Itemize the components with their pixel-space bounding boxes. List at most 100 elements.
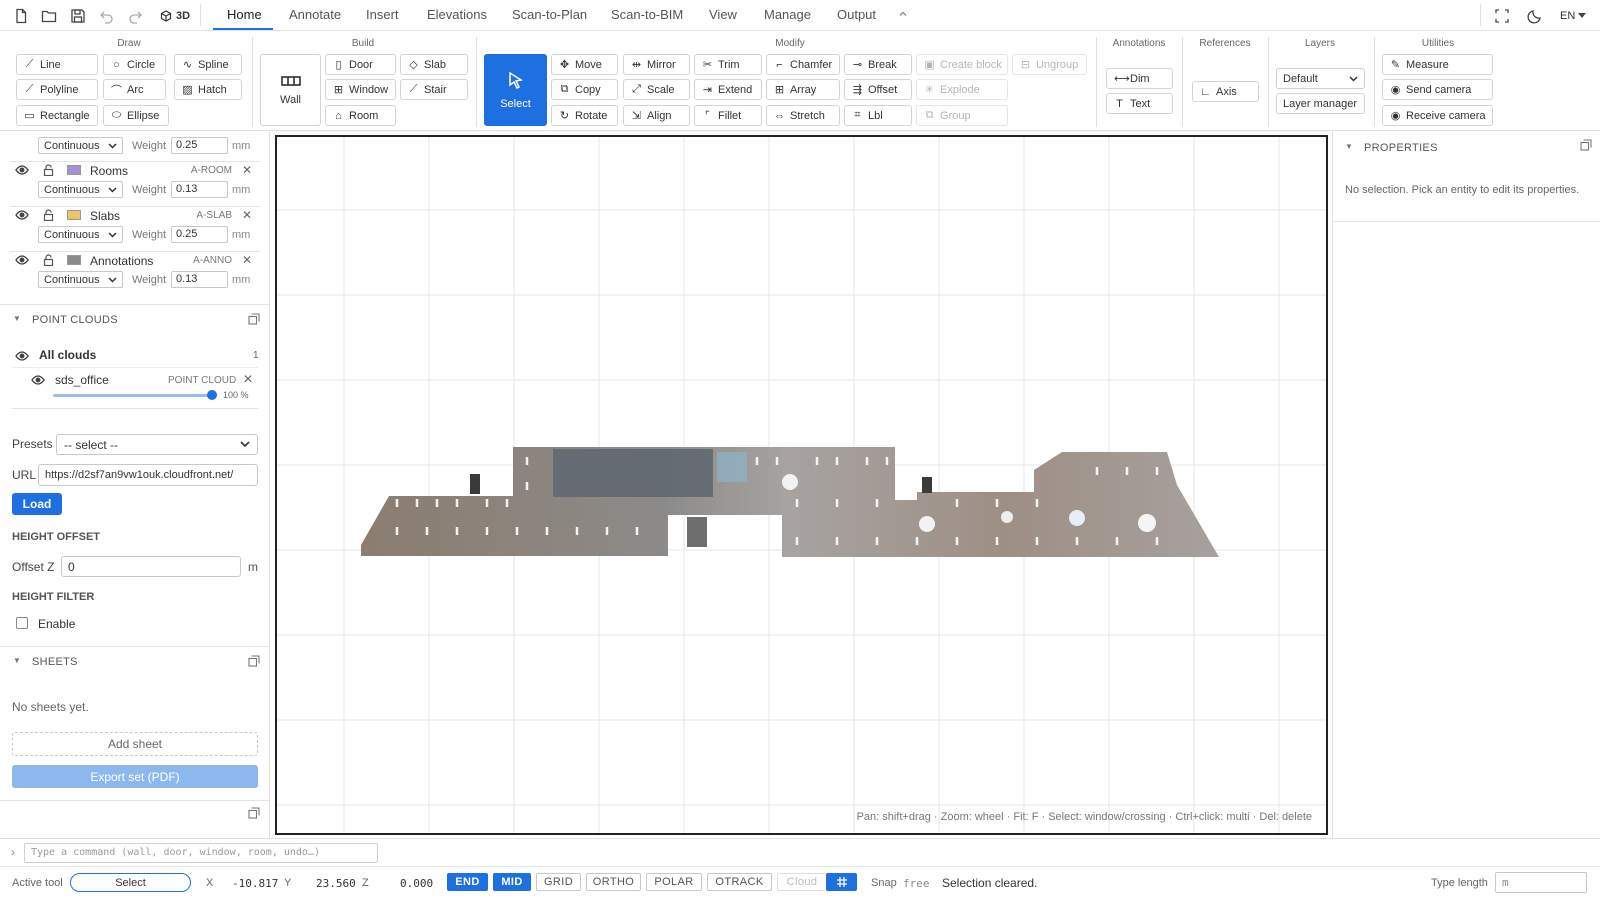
polyline-button[interactable]: ⟋ Polyline (16, 79, 98, 100)
popout-icon[interactable] (248, 655, 260, 667)
popout-icon[interactable] (1580, 139, 1592, 151)
dim-button[interactable]: ⟷ Dim (1106, 68, 1173, 89)
chevron-down-icon[interactable] (1578, 13, 1586, 19)
break-button[interactable]: ⊸ Break (844, 54, 912, 75)
spline-button[interactable]: ∿ Spline (174, 54, 242, 75)
tab-scan-to-plan[interactable]: Scan-to-Plan (512, 7, 587, 22)
mirror-button[interactable]: ⇹ Mirror (623, 54, 690, 75)
layer-color-swatch[interactable] (67, 210, 81, 220)
eye-icon[interactable] (15, 255, 29, 265)
close-icon[interactable]: ✕ (242, 208, 252, 222)
arc-button[interactable]: ⌒ Arc (103, 79, 166, 100)
snap-grid-toggle[interactable]: GRID (536, 873, 581, 891)
eye-icon[interactable] (15, 351, 29, 361)
slab-button[interactable]: ◇ Slab (400, 54, 468, 75)
new-file-icon[interactable] (13, 8, 29, 24)
tab-annotate[interactable]: Annotate (289, 7, 341, 22)
rectangle-button[interactable]: ▭ Rectangle (16, 105, 98, 126)
trim-button[interactable]: ✂ Trim (694, 54, 762, 75)
point-clouds-section-header[interactable]: ▼ POINT CLOUDS (0, 304, 269, 334)
export-set-button[interactable]: Export set (PDF) (12, 765, 258, 788)
presets-select[interactable]: -- select -- (56, 434, 258, 455)
collapse-caret-icon[interactable]: ▼ (1345, 142, 1353, 151)
ortho-toggle[interactable]: ORTHO (586, 873, 641, 891)
fullscreen-icon[interactable] (1494, 8, 1510, 24)
url-input[interactable]: https://d2sf7an9vw1ouk.cloudfront.net/ (38, 464, 258, 486)
3d-view-button[interactable]: 3D (160, 6, 190, 26)
layer-manager-button[interactable]: Layer manager (1276, 93, 1365, 114)
offset-button[interactable]: ⇶ Offset (844, 79, 912, 100)
extend-button[interactable]: ⇥ Extend (694, 79, 762, 100)
stretch-button[interactable]: ⇔ Stretch (766, 105, 840, 126)
room-button[interactable]: ⌂ Room (325, 105, 396, 126)
redo-icon[interactable] (127, 8, 143, 24)
snap-mid-toggle[interactable]: MID (493, 873, 531, 891)
otrack-toggle[interactable]: OTRACK (707, 873, 772, 891)
close-icon[interactable]: ✕ (242, 253, 252, 267)
tab-elevations[interactable]: Elevations (427, 7, 487, 22)
command-input[interactable]: Type a command (wall, door, window, room… (24, 843, 378, 863)
measure-button[interactable]: ✎ Measure (1382, 54, 1493, 75)
weight-input[interactable]: 0.13 (171, 271, 228, 288)
send-camera-button[interactable]: ◉ Send camera (1382, 79, 1493, 100)
type-length-input[interactable]: m (1495, 872, 1587, 893)
wall-button[interactable]: Wall (260, 54, 321, 126)
explode-button[interactable]: ✳ Explode (916, 79, 1008, 100)
select-button[interactable]: Select (484, 54, 547, 126)
layer-select[interactable]: Default (1276, 68, 1365, 89)
opacity-slider-thumb[interactable] (207, 390, 217, 400)
weight-input[interactable]: 0.25 (171, 137, 228, 154)
text-button[interactable]: T Text (1106, 93, 1173, 114)
close-icon[interactable]: ✕ (242, 163, 252, 177)
lock-icon[interactable] (43, 209, 54, 221)
align-button[interactable]: ⇲ Align (623, 105, 690, 126)
linetype-select[interactable]: Continuous (38, 137, 123, 154)
weight-input[interactable]: 0.25 (171, 226, 228, 243)
offset-z-input[interactable]: 0 (61, 556, 241, 577)
tab-view[interactable]: View (709, 7, 737, 22)
open-folder-icon[interactable] (41, 8, 57, 24)
polar-toggle[interactable]: POLAR (646, 873, 702, 891)
cloud-snap-toggle[interactable]: Cloud (777, 873, 827, 891)
lock-icon[interactable] (43, 254, 54, 266)
popout-icon[interactable] (248, 807, 260, 819)
circle-button[interactable]: ○ Circle (103, 54, 166, 75)
receive-camera-button[interactable]: ◉ Receive camera (1382, 105, 1493, 126)
eye-icon[interactable] (15, 210, 29, 220)
load-button[interactable]: Load (12, 493, 62, 515)
tab-insert[interactable]: Insert (366, 7, 399, 22)
lock-icon[interactable] (43, 164, 54, 176)
chevron-up-icon[interactable] (898, 9, 908, 19)
copy-button[interactable]: ⧉ Copy (551, 79, 618, 100)
create-block-button[interactable]: ▣ Create block (916, 54, 1008, 75)
close-icon[interactable]: ✕ (243, 372, 253, 386)
enable-checkbox[interactable] (16, 617, 28, 629)
tab-output[interactable]: Output (837, 7, 876, 22)
drawing-canvas[interactable]: Pan: shift+drag · Zoom: wheel · Fit: F ·… (275, 135, 1328, 835)
grid-snap-button[interactable] (826, 873, 857, 891)
active-tool-indicator[interactable]: Select (70, 873, 191, 892)
hatch-button[interactable]: ▨ Hatch (174, 79, 242, 100)
scale-button[interactable]: ⤢ Scale (623, 79, 690, 100)
ellipse-button[interactable]: ⬭ Ellipse (103, 105, 169, 126)
tab-home[interactable]: Home (227, 7, 262, 22)
group-button[interactable]: ⧉ Group (916, 105, 1008, 126)
fillet-button[interactable]: ⌜ Fillet (694, 105, 762, 126)
tab-scan-to-bim[interactable]: Scan-to-BIM (611, 7, 683, 22)
layer-color-swatch[interactable] (67, 165, 81, 175)
move-button[interactable]: ✥ Move (551, 54, 618, 75)
add-sheet-button[interactable]: Add sheet (12, 732, 258, 756)
moon-icon[interactable] (1527, 8, 1543, 24)
ungroup-button[interactable]: ⊟ Ungroup (1012, 54, 1087, 75)
opacity-slider[interactable] (53, 390, 217, 400)
linetype-select[interactable]: Continuous (38, 271, 123, 288)
weight-input[interactable]: 0.13 (171, 181, 228, 198)
chamfer-button[interactable]: ⌐ Chamfer (766, 54, 840, 75)
stair-button[interactable]: ⟋ Stair (400, 79, 468, 100)
tab-manage[interactable]: Manage (764, 7, 811, 22)
layer-color-swatch[interactable] (67, 255, 81, 265)
axis-button[interactable]: ∟ Axis (1192, 81, 1259, 102)
line-button[interactable]: ⟋ Line (16, 54, 98, 75)
rotate-button[interactable]: ↻ Rotate (551, 105, 618, 126)
label-button[interactable]: ⌗ Lbl (844, 105, 912, 126)
